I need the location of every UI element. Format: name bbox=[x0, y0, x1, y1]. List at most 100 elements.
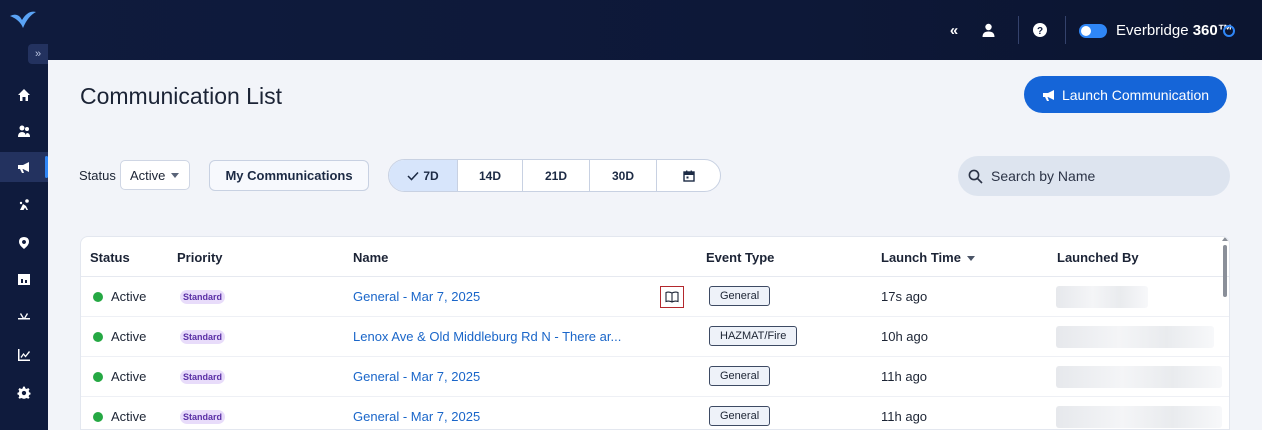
custom-range-button[interactable] bbox=[656, 160, 720, 191]
crossroad-icon bbox=[18, 313, 30, 320]
status-dropdown[interactable]: Active bbox=[120, 160, 190, 190]
communication-name-link[interactable]: Lenox Ave & Old Middleburg Rd N - There … bbox=[353, 329, 621, 344]
status-cell: Active bbox=[93, 369, 146, 384]
help-icon[interactable]: ? bbox=[1032, 22, 1048, 38]
column-name[interactable]: Name bbox=[353, 250, 388, 265]
launch-time-cell: 10h ago bbox=[881, 329, 928, 344]
status-dot bbox=[93, 412, 103, 422]
nav-communications[interactable] bbox=[0, 152, 48, 182]
sort-desc-icon bbox=[966, 256, 975, 262]
table-row[interactable]: Active Standard General - Mar 7, 2025 Ge… bbox=[81, 397, 1229, 429]
event-type-tag: HAZMAT/Fire bbox=[709, 326, 798, 346]
status-dropdown-value: Active bbox=[130, 167, 166, 183]
nav-contacts[interactable] bbox=[0, 116, 48, 146]
launch-communication-button[interactable]: Launch Communication bbox=[1024, 76, 1227, 113]
book-icon[interactable] bbox=[660, 286, 684, 308]
status-cell: Active bbox=[93, 289, 146, 304]
range-30d[interactable]: 30D bbox=[589, 160, 656, 191]
status-text: Active bbox=[111, 329, 147, 344]
search-icon bbox=[968, 169, 983, 184]
column-priority[interactable]: Priority bbox=[177, 250, 223, 265]
event-type-tag: General bbox=[709, 286, 771, 306]
status-text: Active bbox=[111, 369, 147, 384]
column-status[interactable]: Status bbox=[90, 250, 130, 265]
communications-table: Status Priority Name Event Type Launch T… bbox=[80, 236, 1230, 430]
incident-icon bbox=[19, 199, 29, 210]
priority-badge: Standard bbox=[180, 410, 226, 424]
status-cell: Active bbox=[93, 409, 146, 424]
launch-time-cell: 11h ago bbox=[881, 369, 928, 384]
launch-communication-label: Launch Communication bbox=[1061, 86, 1210, 103]
people-icon bbox=[18, 125, 30, 137]
main-content: Communication List Launch Communication … bbox=[48, 60, 1262, 430]
my-communications-button[interactable]: My Communications bbox=[209, 160, 369, 191]
date-range-toggle: 7D 14D 21D 30D bbox=[388, 159, 721, 192]
calendar-icon bbox=[682, 170, 695, 182]
launched-by-redacted bbox=[1056, 326, 1214, 348]
svg-text:?: ? bbox=[1037, 26, 1043, 37]
communication-name-link[interactable]: General - Mar 7, 2025 bbox=[353, 409, 480, 424]
communication-name-link[interactable]: General - Mar 7, 2025 bbox=[353, 369, 480, 384]
table-row[interactable]: Active Standard General - Mar 7, 2025 Ge… bbox=[81, 357, 1229, 397]
search-input[interactable]: Search by Name bbox=[958, 156, 1230, 196]
chart-icon bbox=[18, 349, 30, 361]
gear-icon bbox=[17, 386, 31, 399]
nav-calendar[interactable] bbox=[0, 264, 48, 294]
megaphone-icon bbox=[1042, 89, 1054, 101]
user-icon[interactable] bbox=[980, 22, 996, 38]
status-dot bbox=[93, 372, 103, 382]
brand-name: Everbridge 360™ bbox=[1116, 22, 1233, 39]
home-icon bbox=[18, 89, 30, 101]
range-14d[interactable]: 14D bbox=[457, 160, 522, 191]
nav-home[interactable] bbox=[0, 80, 48, 110]
chevron-down-icon bbox=[171, 172, 180, 178]
status-dot bbox=[93, 332, 103, 342]
divider bbox=[1065, 16, 1066, 44]
launch-time-cell: 17s ago bbox=[881, 289, 928, 304]
nav-settings[interactable] bbox=[0, 378, 48, 408]
info-circle-icon[interactable] bbox=[1223, 25, 1235, 37]
status-text: Active bbox=[111, 409, 147, 424]
range-7d[interactable]: 7D bbox=[389, 160, 457, 191]
communication-name-link[interactable]: General - Mar 7, 2025 bbox=[353, 289, 480, 304]
priority-badge: Standard bbox=[180, 290, 226, 304]
launched-by-redacted bbox=[1056, 406, 1222, 428]
status-cell: Active bbox=[93, 329, 146, 344]
brand-text: Everbridge bbox=[1116, 22, 1189, 39]
priority-badge: Standard bbox=[180, 330, 226, 344]
launched-by-redacted bbox=[1056, 366, 1222, 388]
status-filter-label: Status bbox=[79, 168, 116, 183]
location-pin-icon bbox=[19, 237, 29, 249]
search-placeholder: Search by Name bbox=[991, 168, 1096, 184]
priority-badge: Standard bbox=[180, 370, 226, 384]
nav-analytics[interactable] bbox=[0, 340, 48, 370]
product-toggle[interactable] bbox=[1079, 24, 1107, 38]
launched-by-redacted bbox=[1056, 286, 1148, 308]
page-title: Communication List bbox=[80, 83, 282, 109]
toggle-knob bbox=[1081, 26, 1091, 36]
launch-time-cell: 11h ago bbox=[881, 409, 928, 424]
column-event-type[interactable]: Event Type bbox=[706, 250, 774, 265]
column-launch-time-label: Launch Time bbox=[881, 250, 961, 265]
column-launched-by[interactable]: Launched By bbox=[1057, 250, 1139, 265]
calendar-icon bbox=[18, 274, 30, 285]
double-chevron-left-icon[interactable]: « bbox=[946, 22, 962, 39]
table-header: Status Priority Name Event Type Launch T… bbox=[81, 237, 1229, 277]
column-launch-time[interactable]: Launch Time bbox=[881, 250, 975, 265]
nav-crossroad[interactable] bbox=[0, 302, 48, 332]
divider bbox=[1018, 16, 1019, 44]
left-nav-rail: » bbox=[0, 0, 48, 430]
event-type-tag: General bbox=[709, 406, 771, 426]
range-21d[interactable]: 21D bbox=[522, 160, 589, 191]
table-row[interactable]: Active Standard General - Mar 7, 2025 Ge… bbox=[81, 277, 1229, 317]
scroll-up-arrow[interactable] bbox=[1222, 237, 1228, 241]
expand-sidebar-button[interactable]: » bbox=[28, 44, 48, 64]
event-type-tag: General bbox=[709, 366, 771, 386]
everbridge-logo[interactable] bbox=[8, 8, 38, 32]
table-row[interactable]: Active Standard Lenox Ave & Old Middlebu… bbox=[81, 317, 1229, 357]
nav-incidents[interactable] bbox=[0, 190, 48, 220]
nav-locations[interactable] bbox=[0, 228, 48, 258]
range-7d-label: 7D bbox=[423, 168, 439, 183]
top-bar: « ? Everbridge 360™ bbox=[48, 0, 1262, 60]
check-icon bbox=[407, 171, 419, 181]
